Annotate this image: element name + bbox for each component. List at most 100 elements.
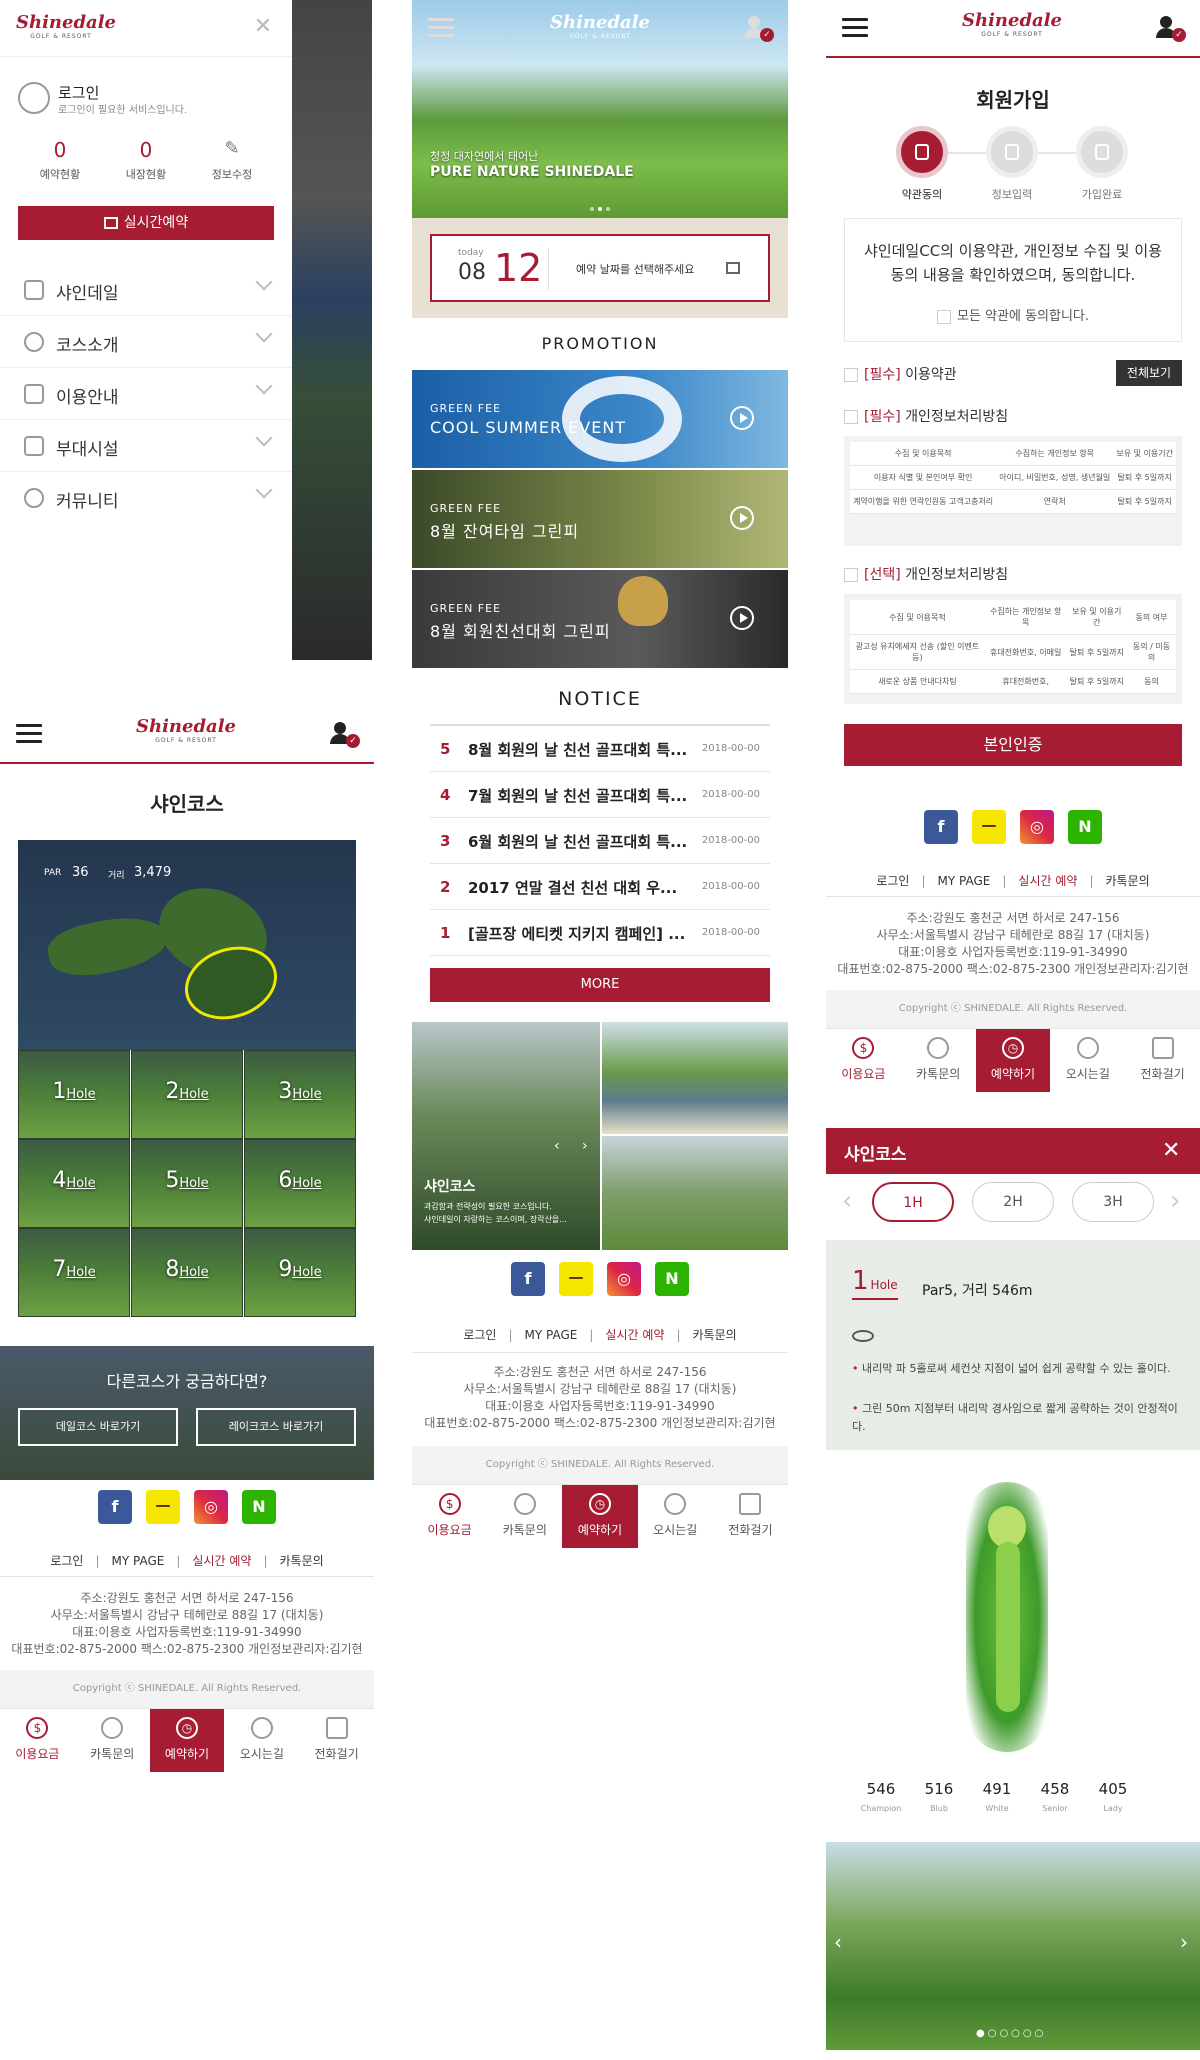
tab-directions[interactable]: 오시는길 [638, 1485, 713, 1548]
agree-all-checkbox[interactable]: 모든 약관에 동의합니다. [845, 305, 1181, 324]
tab-kakao[interactable]: 카톡문의 [75, 1709, 150, 1772]
checkbox[interactable] [844, 568, 858, 582]
close-icon[interactable]: ✕ [1162, 1138, 1180, 1163]
hero-banner[interactable]: Shinedale GOLF & RESORT ✓ 청정 대자연에서 태어난 PU… [412, 0, 788, 218]
hamburger-icon[interactable] [428, 18, 454, 38]
notice-row[interactable]: 5 8월 회원의 날 친선 골프대회 특... 2018-00-00 [430, 726, 770, 772]
kakaostory-icon[interactable]: ㅡ [559, 1262, 593, 1296]
tab-reserve[interactable]: ◷ 예약하기 [562, 1485, 638, 1548]
close-icon[interactable]: ✕ [252, 16, 274, 38]
naver-icon[interactable]: N [655, 1262, 689, 1296]
more-button[interactable]: MORE [430, 968, 770, 1002]
logo[interactable]: Shinedale GOLF & RESORT [16, 14, 116, 40]
facebook-icon[interactable]: f [511, 1262, 545, 1296]
promo-banner-remaining-time[interactable]: GREEN FEE 8월 잔여타임 그린피 [412, 470, 788, 568]
instagram-icon[interactable]: ◎ [607, 1262, 641, 1296]
user-check-icon[interactable]: ✓ [330, 720, 360, 750]
menu-item-guide[interactable]: 이용안내 [0, 368, 292, 420]
optional-privacy-row[interactable]: [선택] 개인정보처리방침 [844, 564, 1008, 584]
tab-directions[interactable]: 오시는길 [1050, 1029, 1125, 1092]
tabs-prev-icon[interactable]: ‹ [842, 1186, 852, 1216]
hole-tile[interactable]: 2Hole [131, 1050, 243, 1139]
slider-dots[interactable]: ●○○○○○ [976, 2028, 1046, 2039]
hole-tile[interactable]: 6Hole [244, 1139, 356, 1228]
checkbox[interactable] [844, 410, 858, 424]
tabs-next-icon[interactable]: › [1170, 1186, 1180, 1216]
tab-reserve[interactable]: ◷ 예약하기 [975, 1029, 1051, 1092]
menu-item-community[interactable]: 커뮤니티 [0, 472, 292, 524]
stat-visits[interactable]: 0 내장현황 [106, 138, 186, 182]
footer-link-login[interactable]: 로그인 [876, 874, 909, 888]
tab-call[interactable]: 전화걸기 [713, 1485, 788, 1548]
verify-button[interactable]: 본인인증 [844, 724, 1182, 766]
tab-reserve[interactable]: ◷ 예약하기 [149, 1709, 225, 1772]
footer-link-kakao[interactable]: 카톡문의 [692, 1328, 736, 1342]
notice-row[interactable]: 4 7월 회원의 날 친선 골프대회 특... 2018-00-00 [430, 772, 770, 818]
course-gallery[interactable]: ‹ › 샤인코스 과감함과 전략성이 필요한 코스입니다. 샤인데일이 자랑하는… [412, 1022, 788, 1250]
hole-photo-slider[interactable]: ‹ › ●○○○○○ [826, 1842, 1200, 2050]
notice-row[interactable]: 1 [골프장 에티켓 지키지 캠페인] ... 2018-00-00 [430, 910, 770, 956]
tab-hole-1[interactable]: 1H [872, 1182, 954, 1222]
checkbox[interactable] [937, 309, 951, 324]
tab-fee[interactable]: $ 이용요금 [0, 1709, 75, 1772]
promo-banner-member-event[interactable]: GREEN FEE 8월 회원친선대회 그린피 [412, 570, 788, 668]
user-check-icon[interactable]: ✓ [1156, 14, 1186, 44]
checkbox[interactable] [844, 368, 858, 382]
course-map[interactable]: PAR 36 거리 3,479 [18, 840, 356, 1050]
play-icon[interactable] [730, 506, 754, 530]
slider-prev-icon[interactable]: ‹ [834, 1930, 842, 1954]
footer-link-kakao[interactable]: 카톡문의 [1105, 874, 1149, 888]
hamburger-icon[interactable] [16, 724, 42, 744]
tab-fee[interactable]: $ 이용요금 [412, 1485, 487, 1548]
play-icon[interactable] [730, 606, 754, 630]
menu-item-facilities[interactable]: 부대시설 [0, 420, 292, 472]
instagram-icon[interactable]: ◎ [194, 1490, 228, 1524]
footer-link-kakao[interactable]: 카톡문의 [279, 1554, 323, 1568]
logo[interactable]: Shinedale GOLF & RESORT [962, 12, 1062, 38]
logo[interactable]: Shinedale GOLF & RESORT [136, 718, 236, 744]
lake-course-button[interactable]: 레이크코스 바로가기 [196, 1408, 356, 1446]
view-all-button[interactable]: 전체보기 [1116, 360, 1182, 386]
naver-icon[interactable]: N [1068, 810, 1102, 844]
hole-tile[interactable]: 5Hole [131, 1139, 243, 1228]
privacy-row[interactable]: [필수] 개인정보처리방침 [844, 406, 1008, 426]
gallery-prev-icon[interactable]: ‹ [554, 1138, 560, 1154]
hole-tile[interactable]: 7Hole [18, 1228, 130, 1317]
naver-icon[interactable]: N [242, 1490, 276, 1524]
hole-tile[interactable]: 9Hole [244, 1228, 356, 1317]
stat-reservations[interactable]: 0 예약현황 [20, 138, 100, 182]
logo[interactable]: Shinedale GOLF & RESORT [550, 14, 650, 40]
play-icon[interactable] [730, 406, 754, 430]
notice-row[interactable]: 2 2017 연말 결선 친선 대회 우... 2018-00-00 [430, 864, 770, 910]
edit-profile[interactable]: ✎ 정보수정 [192, 138, 272, 182]
tab-kakao[interactable]: 카톡문의 [901, 1029, 976, 1092]
footer-link-reservation[interactable]: 실시간 예약 [605, 1328, 664, 1342]
hole-tile[interactable]: 1Hole [18, 1050, 130, 1139]
footer-link-login[interactable]: 로그인 [463, 1328, 496, 1342]
slider-next-icon[interactable]: › [1180, 1930, 1188, 1954]
kakaostory-icon[interactable]: ㅡ [972, 810, 1006, 844]
hole-tile[interactable]: 4Hole [18, 1139, 130, 1228]
tab-directions[interactable]: 오시는길 [224, 1709, 299, 1772]
login-title[interactable]: 로그인 [58, 82, 99, 103]
footer-link-mypage[interactable]: MY PAGE [525, 1328, 578, 1342]
terms-row[interactable]: [필수] 이용약관 [844, 364, 957, 384]
menu-item-shinedale[interactable]: 샤인데일 [0, 264, 292, 316]
footer-link-reservation[interactable]: 실시간 예약 [192, 1554, 251, 1568]
promo-banner-summer[interactable]: GREEN FEE COOL SUMMER EVENT [412, 370, 788, 468]
menu-item-course[interactable]: 코스소개 [0, 316, 292, 368]
tab-hole-2[interactable]: 2H [972, 1182, 1054, 1222]
footer-link-login[interactable]: 로그인 [50, 1554, 83, 1568]
user-check-icon[interactable]: ✓ [744, 14, 774, 44]
hole-layout-map[interactable] [966, 1482, 1048, 1752]
notice-row[interactable]: 3 6월 회원의 날 친선 골프대회 특... 2018-00-00 [430, 818, 770, 864]
gallery-next-icon[interactable]: › [582, 1138, 588, 1154]
tab-fee[interactable]: $ 이용요금 [826, 1029, 901, 1092]
footer-link-mypage[interactable]: MY PAGE [938, 874, 991, 888]
tab-hole-3[interactable]: 3H [1072, 1182, 1154, 1222]
hamburger-icon[interactable] [842, 18, 868, 38]
carousel-dots[interactable] [588, 196, 612, 215]
footer-link-mypage[interactable]: MY PAGE [112, 1554, 165, 1568]
tab-kakao[interactable]: 카톡문의 [487, 1485, 562, 1548]
tab-call[interactable]: 전화걸기 [299, 1709, 374, 1772]
